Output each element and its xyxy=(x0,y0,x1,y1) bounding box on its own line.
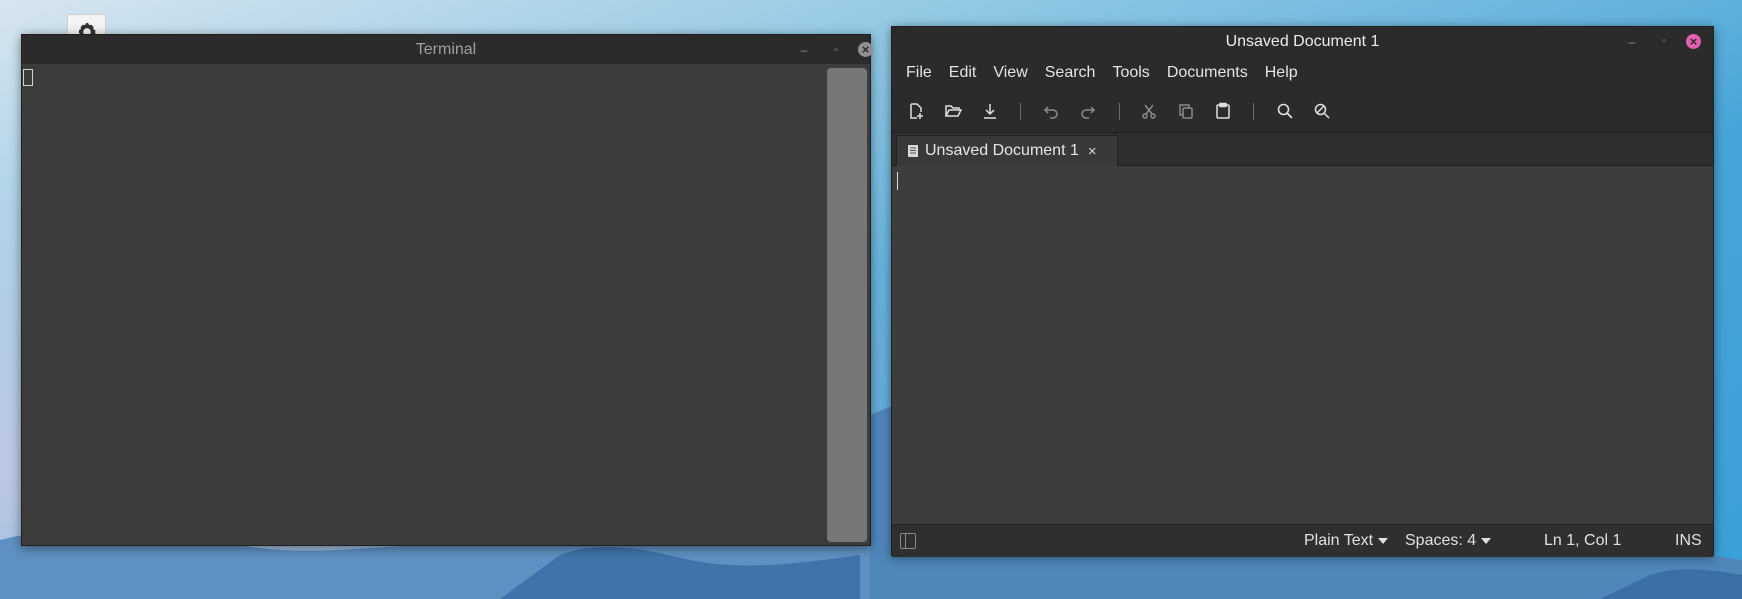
minimize-icon: – xyxy=(1628,35,1636,49)
terminal-titlebar[interactable]: Terminal – ▫ × xyxy=(22,35,873,64)
copy-icon xyxy=(1179,104,1193,119)
terminal-output[interactable] xyxy=(22,64,870,545)
text-caret xyxy=(897,172,898,190)
menu-edit[interactable]: Edit xyxy=(943,60,983,86)
cut-button[interactable] xyxy=(1137,99,1161,123)
toolbar-separator xyxy=(1020,103,1021,120)
paste-button[interactable] xyxy=(1211,99,1235,123)
status-bar: Plain Text Spaces: 4 Ln 1, Col 1 INS xyxy=(892,524,1713,557)
close-icon: × xyxy=(861,42,870,57)
save-icon xyxy=(984,104,996,119)
undo-button[interactable] xyxy=(1039,99,1063,123)
editor-titlebar[interactable]: Unsaved Document 1 – ▫ × xyxy=(892,27,1713,57)
open-icon xyxy=(944,105,962,117)
tab-label: Unsaved Document 1 xyxy=(925,142,1079,159)
menu-documents[interactable]: Documents xyxy=(1161,60,1254,86)
redo-icon xyxy=(1081,106,1096,119)
menu-search[interactable]: Search xyxy=(1039,60,1102,86)
menu-help[interactable]: Help xyxy=(1259,60,1304,86)
chevron-down-icon xyxy=(1481,537,1492,544)
minimize-icon: – xyxy=(800,42,808,57)
side-panel-toggle-icon[interactable] xyxy=(900,533,916,549)
language-selector[interactable]: Plain Text xyxy=(1304,532,1389,550)
minimize-button[interactable]: – xyxy=(1624,34,1640,50)
tab-unsaved-document[interactable]: Unsaved Document 1 × xyxy=(896,135,1118,166)
find-button[interactable] xyxy=(1273,99,1297,123)
find-replace-icon xyxy=(1314,103,1330,119)
toolbar-separator xyxy=(1119,103,1120,120)
tab-close-icon[interactable]: × xyxy=(1088,143,1097,160)
open-button[interactable] xyxy=(941,99,965,123)
menu-file[interactable]: File xyxy=(900,60,938,86)
maximize-button[interactable]: ▫ xyxy=(1656,34,1672,50)
indentation-selector[interactable]: Spaces: 4 xyxy=(1405,532,1492,550)
maximize-icon: ▫ xyxy=(1662,36,1666,47)
find-icon xyxy=(1277,103,1293,119)
new-document-icon xyxy=(910,103,923,119)
terminal-scrollbar[interactable] xyxy=(827,68,867,542)
toolbar xyxy=(892,89,1713,133)
minimize-button[interactable]: – xyxy=(796,42,812,58)
close-icon: × xyxy=(1689,34,1698,49)
maximize-icon: ▫ xyxy=(834,44,838,56)
terminal-cursor xyxy=(23,69,33,86)
text-editor-window: Unsaved Document 1 – ▫ × File Edit View … xyxy=(891,26,1714,557)
text-editing-area[interactable] xyxy=(892,166,1713,528)
toolbar-separator xyxy=(1253,103,1254,120)
close-button[interactable]: × xyxy=(1686,34,1701,49)
menu-view[interactable]: View xyxy=(987,60,1033,86)
paste-icon xyxy=(1216,102,1230,119)
menu-bar: File Edit View Search Tools Documents He… xyxy=(892,57,1713,89)
document-icon xyxy=(908,145,918,157)
document-tabbar: Unsaved Document 1 × xyxy=(892,133,1713,166)
terminal-window: Terminal – ▫ × xyxy=(21,34,873,546)
terminal-title: Terminal xyxy=(415,41,477,58)
cursor-position[interactable]: Ln 1, Col 1 xyxy=(1544,532,1621,550)
menu-tools[interactable]: Tools xyxy=(1106,60,1155,86)
insert-mode-indicator: INS xyxy=(1675,532,1702,549)
redo-button[interactable] xyxy=(1076,99,1100,123)
spaces-label: Spaces: 4 xyxy=(1405,532,1477,549)
close-button[interactable]: × xyxy=(858,42,873,57)
desktop: Terminal – ▫ × Unsaved Document 1 – ▫ × … xyxy=(0,0,1742,599)
undo-icon xyxy=(1043,106,1058,119)
copy-button[interactable] xyxy=(1174,99,1198,123)
new-document-button[interactable] xyxy=(904,99,928,123)
language-label: Plain Text xyxy=(1304,532,1374,549)
find-replace-button[interactable] xyxy=(1310,99,1334,123)
save-button[interactable] xyxy=(978,99,1002,123)
maximize-button[interactable]: ▫ xyxy=(828,42,844,58)
chevron-down-icon xyxy=(1378,537,1389,544)
cut-icon xyxy=(1142,104,1156,119)
editor-title: Unsaved Document 1 xyxy=(1225,33,1380,50)
